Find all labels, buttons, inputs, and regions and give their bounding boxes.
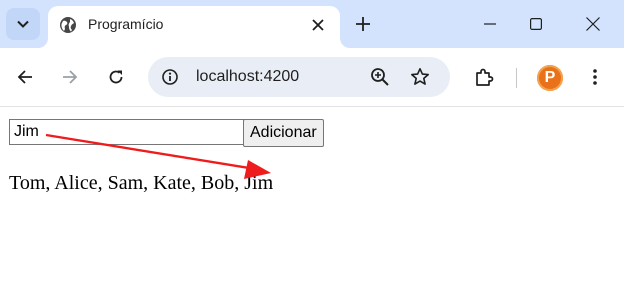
names-list: Tom, Alice, Sam, Kate, Bob, Jim <box>9 172 274 194</box>
new-tab-button[interactable] <box>352 13 374 35</box>
maximize-icon <box>530 18 542 30</box>
add-button[interactable]: Adicionar <box>243 119 324 147</box>
profile-avatar[interactable]: P <box>537 65 563 91</box>
more-vertical-icon <box>593 69 597 85</box>
reload-button[interactable] <box>104 65 128 89</box>
url-text: localhost:4200 <box>196 68 300 85</box>
tab-strip: Programício <box>0 0 624 48</box>
minimize-icon <box>484 23 496 25</box>
forward-button[interactable] <box>58 65 82 89</box>
maximize-button[interactable] <box>524 12 548 36</box>
close-icon <box>586 17 600 31</box>
active-tab[interactable]: Programício <box>48 6 340 48</box>
tab-title: Programício <box>88 16 164 32</box>
tab-search-button[interactable] <box>6 8 40 40</box>
bookmark-star-icon[interactable] <box>410 67 430 87</box>
arrow-left-icon <box>17 70 32 84</box>
back-button[interactable] <box>13 65 37 89</box>
puzzle-icon <box>476 68 494 86</box>
browser-menu-button[interactable] <box>583 65 607 89</box>
tab-close-button[interactable] <box>308 15 328 35</box>
arrow-right-icon <box>63 70 78 84</box>
zoom-in-icon[interactable] <box>370 67 390 87</box>
extensions-button[interactable] <box>472 65 496 89</box>
profile-initial: P <box>544 69 556 86</box>
globe-icon <box>60 17 76 33</box>
minimize-button[interactable] <box>478 12 502 36</box>
name-input[interactable] <box>9 119 245 145</box>
page-content: Adicionar Tom, Alice, Sam, Kate, Bob, Ji… <box>0 107 624 288</box>
reload-icon <box>109 70 123 84</box>
chevron-down-icon <box>17 20 29 28</box>
window-close-button[interactable] <box>581 12 605 36</box>
toolbar-divider <box>516 68 517 88</box>
site-info-button[interactable] <box>160 67 180 87</box>
plus-icon <box>356 17 370 31</box>
close-icon <box>312 19 324 31</box>
browser-toolbar: localhost:4200 P <box>0 48 624 107</box>
info-icon <box>162 69 178 85</box>
address-bar[interactable]: localhost:4200 <box>148 57 450 97</box>
